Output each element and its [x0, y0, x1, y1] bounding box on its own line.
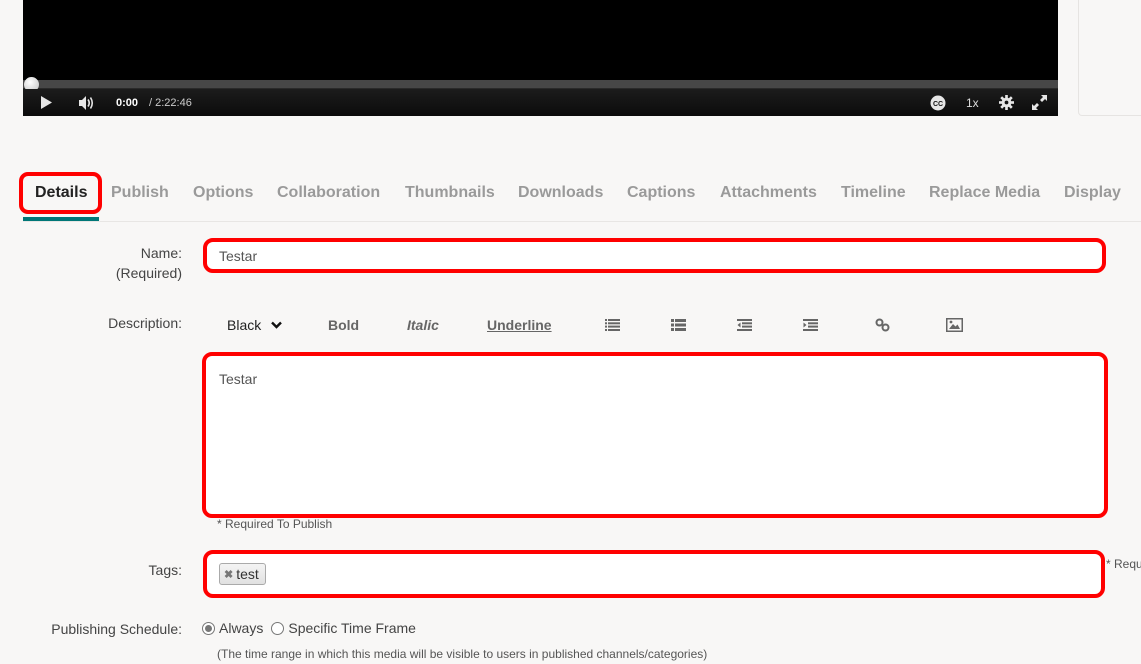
chevron-down-icon [271, 321, 283, 329]
tag-chip-label: test [236, 566, 259, 582]
font-color-select[interactable]: Black [227, 312, 283, 338]
name-input[interactable] [207, 242, 1102, 269]
tab-display[interactable]: Display [1064, 184, 1121, 202]
radio-always[interactable] [202, 621, 215, 635]
tags-input[interactable]: ✖ test [203, 550, 1105, 598]
indent-icon[interactable] [803, 312, 818, 338]
tags-label: Tags: [148, 562, 182, 578]
font-color-value: Black [227, 317, 262, 333]
image-icon[interactable] [946, 312, 963, 338]
bold-button[interactable]: Bold [328, 312, 359, 338]
tab-options[interactable]: Options [193, 184, 253, 202]
tab-attachments[interactable]: Attachments [720, 184, 817, 202]
radio-specific-time-frame-label[interactable]: Specific Time Frame [288, 620, 416, 636]
current-time: 0:00 [116, 96, 139, 109]
tab-replace-media[interactable]: Replace Media [929, 184, 1040, 202]
tab-thumbnails[interactable]: Thumbnails [405, 184, 495, 202]
tab-timeline[interactable]: Timeline [841, 184, 906, 202]
play-icon[interactable] [40, 89, 52, 116]
underline-button[interactable]: Underline [487, 312, 552, 338]
unordered-list-icon[interactable] [671, 312, 686, 338]
playback-speed-button[interactable]: 1x [966, 89, 979, 116]
outdent-icon[interactable] [737, 312, 752, 338]
publishing-schedule-note: (The time range in which this media will… [217, 647, 708, 661]
closed-captions-icon[interactable]: CC [930, 89, 946, 116]
publishing-schedule-options: Always Specific Time Frame [202, 620, 420, 636]
radio-always-label[interactable]: Always [219, 620, 263, 636]
description-editor[interactable]: Testar [206, 356, 1104, 514]
side-panel [1078, 0, 1141, 116]
video-player[interactable]: 0:00 / 2:22:46 CC 1x [23, 0, 1058, 116]
active-tab-indicator [23, 217, 99, 221]
name-field-wrapper [203, 238, 1106, 273]
svg-text:CC: CC [933, 101, 943, 108]
tab-bar: Details Publish Options Collaboration Th… [23, 172, 1141, 222]
italic-button[interactable]: Italic [407, 312, 439, 338]
publishing-schedule-label: Publishing Schedule: [51, 621, 182, 637]
name-label: Name: (Required) [116, 243, 182, 283]
required-to-publish-note: * Required To Publish [217, 517, 333, 531]
gear-icon[interactable] [999, 89, 1014, 116]
total-time: / 2:22:46 [149, 96, 192, 109]
player-controls: 0:00 / 2:22:46 CC 1x [23, 89, 1058, 116]
tab-collaboration[interactable]: Collaboration [277, 184, 380, 202]
description-toolbar: Black Bold Italic Underline [205, 312, 1005, 338]
description-editor-wrapper: Testar [202, 352, 1108, 518]
tab-details[interactable]: Details [35, 184, 87, 202]
name-required-label: (Required) [115, 265, 182, 281]
fullscreen-icon[interactable] [1032, 89, 1047, 116]
tag-chip: ✖ test [219, 563, 266, 585]
ordered-list-icon[interactable] [605, 312, 620, 338]
radio-specific-time-frame[interactable] [271, 621, 285, 635]
tab-publish[interactable]: Publish [111, 184, 169, 202]
tab-downloads[interactable]: Downloads [518, 184, 603, 202]
volume-icon[interactable] [79, 89, 95, 116]
tab-captions[interactable]: Captions [627, 184, 695, 202]
tags-required-note: * Requ [1106, 557, 1141, 571]
description-label: Description: [108, 315, 182, 331]
name-label-text: Name: [140, 245, 182, 261]
link-icon[interactable] [875, 312, 890, 338]
seek-bar[interactable] [23, 80, 1058, 89]
remove-tag-icon[interactable]: ✖ [224, 568, 233, 581]
